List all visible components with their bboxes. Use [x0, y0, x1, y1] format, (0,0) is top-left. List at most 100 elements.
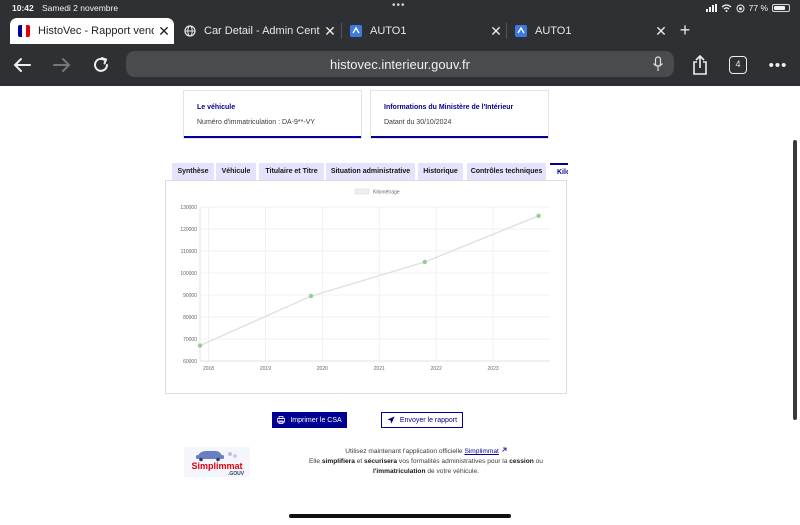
send-label: Envoyer le rapport — [399, 416, 458, 424]
share-icon — [693, 55, 707, 75]
mileage-chart: 60000 70000 80000 90000 100000 110000 120000 13… — [180, 188, 550, 372]
scrollbar[interactable] — [793, 140, 797, 420]
promo-emphasis: l'immatriculation — [372, 468, 426, 475]
promo-line-2: Elle simplifiera et sécurisera vos forma… — [268, 457, 584, 467]
simplimmat-logo[interactable]: Simplimmat .GOUV — [184, 447, 250, 477]
x-tick-label: 2018 — [203, 366, 214, 372]
tab-historique[interactable]: Historique — [418, 163, 463, 180]
promo-text: de votre véhicule. — [427, 468, 480, 475]
tab-auto1-2[interactable]: AUTO1 ✕ — [507, 18, 671, 44]
more-menu-icon[interactable]: ••• — [765, 52, 791, 78]
reload-icon — [94, 57, 108, 72]
arrow-right-icon — [53, 58, 71, 72]
promo-emphasis: simplifiera — [321, 458, 355, 465]
close-tab-icon[interactable]: ✕ — [154, 23, 174, 40]
y-tick-label: 110000 — [181, 249, 198, 255]
tab-kilometrage[interactable]: Kilométrage — [550, 163, 568, 180]
status-bar: 10:42 Samedi 2 novembre ••• 77 % — [0, 0, 800, 16]
simplimmat-link[interactable]: Simplimmat — [464, 448, 498, 455]
home-indicator[interactable] — [289, 514, 511, 518]
status-date: Samedi 2 novembre — [42, 3, 119, 13]
y-tick-label: 90000 — [183, 293, 197, 299]
tab-auto1[interactable]: AUTO1 ✕ — [342, 18, 506, 44]
tab-vehicule[interactable]: Véhicule — [216, 163, 256, 180]
y-tick-label: 60000 — [183, 359, 197, 365]
status-indicators: 77 % — [705, 3, 790, 13]
auto1-icon — [350, 25, 362, 37]
globe-icon — [184, 25, 196, 37]
simplimmat-promo: Utilisez maintenant l'application offici… — [268, 447, 584, 477]
send-icon — [387, 416, 395, 424]
back-button[interactable] — [9, 52, 35, 78]
tab-title: AUTO1 — [370, 25, 407, 37]
legend-swatch — [354, 188, 370, 195]
french-republic-icon — [18, 25, 30, 37]
data-point — [422, 259, 427, 265]
promo-emphasis: sécurisera — [364, 458, 398, 465]
wifi-icon — [721, 4, 732, 12]
tab-controles-techniques[interactable]: Contrôles techniques — [467, 163, 546, 180]
promo-text: Elle — [309, 458, 321, 465]
promo-line-3: l'immatriculation de votre véhicule. — [268, 467, 584, 477]
mileage-panel: 60000 70000 80000 90000 100000 110000 120000 13… — [165, 180, 567, 394]
multitasking-dots-icon[interactable]: ••• — [392, 0, 406, 11]
promo-line-1: Utilisez maintenant l'application offici… — [268, 447, 584, 457]
web-page: Le véhicule Numéro d'immatriculation : D… — [0, 86, 800, 525]
x-tick-label: 2020 — [317, 366, 328, 372]
new-tab-button[interactable]: + — [676, 18, 694, 44]
data-point — [308, 293, 314, 299]
forward-button[interactable] — [49, 52, 75, 78]
ministry-card: Informations du Ministère de l'Intérieur… — [371, 91, 548, 138]
share-button[interactable] — [687, 52, 713, 78]
battery-icon — [772, 4, 790, 12]
auto1-icon — [515, 25, 527, 37]
close-tab-icon[interactable]: ✕ — [651, 23, 671, 40]
external-link-icon — [501, 447, 507, 452]
promo-text: Utilisez maintenant l'application offici… — [345, 448, 463, 455]
data-point — [197, 343, 203, 348]
tab-title: AUTO1 — [535, 25, 572, 37]
status-time: 10:42 — [12, 3, 34, 13]
tab-titulaire-titre[interactable]: Titulaire et Titre — [259, 163, 324, 180]
browser-chrome: 10:42 Samedi 2 novembre ••• 77 % HistoVe… — [0, 0, 800, 86]
promo-text: et — [356, 458, 363, 465]
x-tick-label: 2021 — [374, 366, 385, 372]
y-tick-label: 130000 — [180, 205, 197, 211]
close-tab-icon[interactable]: ✕ — [486, 23, 506, 40]
reload-button[interactable] — [88, 52, 114, 78]
promo-emphasis: cession — [509, 458, 534, 465]
tab-synthese[interactable]: Synthèse — [172, 163, 214, 180]
close-tab-icon[interactable]: ✕ — [320, 23, 340, 40]
ministry-date: Datant du 30/10/2024 — [384, 119, 452, 126]
printer-icon — [277, 416, 286, 424]
microphone-icon[interactable] — [652, 56, 664, 72]
tab-title: Car Detail - Admin Center — [204, 25, 320, 37]
x-tick-label: 2023 — [488, 366, 499, 372]
logo-suffix: .GOUV — [228, 471, 245, 477]
series-line — [199, 215, 539, 347]
vehicle-card-title: Le véhicule — [197, 104, 236, 111]
tab-situation-administrative[interactable]: Situation administrative — [326, 163, 415, 180]
url-text: histovec.interieur.gouv.fr — [330, 56, 470, 72]
toolbar: histovec.interieur.gouv.fr 4 ••• — [0, 44, 800, 86]
y-tick-label: 70000 — [183, 337, 197, 343]
tab-car-detail[interactable]: Car Detail - Admin Center ✕ — [176, 18, 340, 44]
print-csa-button[interactable]: Imprimer le CSA — [272, 412, 347, 428]
x-tick-label: 2019 — [260, 366, 271, 372]
arrow-left-icon — [13, 58, 31, 72]
y-tick-label: 80000 — [183, 315, 197, 321]
tab-count-button[interactable]: 4 — [729, 56, 747, 74]
x-tick-label: 2022 — [431, 366, 442, 372]
y-tick-label: 100000 — [180, 271, 197, 277]
print-label: Imprimer le CSA — [290, 416, 342, 424]
promo-text: ou — [535, 458, 543, 465]
ministry-card-title: Informations du Ministère de l'Intérieur — [384, 104, 514, 111]
orientation-lock-icon — [736, 4, 745, 12]
data-point — [536, 213, 541, 218]
address-bar[interactable]: histovec.interieur.gouv.fr — [126, 51, 674, 77]
tab-title: HistoVec - Rapport vendeur — [38, 25, 154, 37]
send-report-button[interactable]: Envoyer le rapport — [381, 412, 463, 428]
tab-histovec[interactable]: HistoVec - Rapport vendeur ✕ — [10, 18, 174, 44]
logo-wordmark: Simplimmat — [191, 461, 242, 471]
cellular-signal-icon — [705, 4, 717, 12]
